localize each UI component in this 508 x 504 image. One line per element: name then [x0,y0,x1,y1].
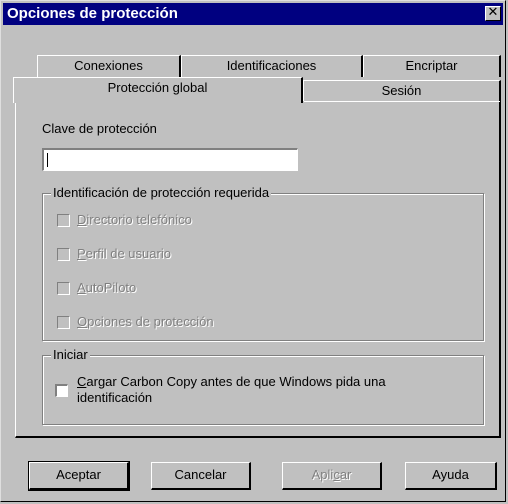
checkbox-cargar-carbon-copy[interactable]: Cargar Carbon Copy antes de que Windows … [55,374,475,410]
tab-conexiones[interactable]: Conexiones [37,55,181,77]
tab-label: Protección global [107,80,208,95]
accept-button[interactable]: Aceptar [28,461,130,491]
start-group: Iniciar Cargar Carbon Copy antes de que … [42,347,484,425]
checkbox-box[interactable] [57,214,70,227]
tab-proteccion-global[interactable]: Protección global [13,77,303,103]
tab-label: Identificaciones [226,58,317,73]
text-caret [47,153,48,167]
close-icon: ✕ [487,5,499,20]
apply-button[interactable]: Aplicar [282,462,382,490]
checkbox-box[interactable] [55,384,68,397]
tab-sesion[interactable]: Sesión [303,80,501,102]
cancel-button[interactable]: Cancelar [151,462,251,490]
checkbox-label: Directorio telefónico [77,212,192,227]
password-label: Clave de protección [42,121,157,136]
tab-panel-proteccion-global: Clave de protección Identificación de pr… [15,101,501,438]
checkbox-label: Perfil de usuario [77,246,171,261]
tab-identificaciones[interactable]: Identificaciones [181,55,363,77]
title-bar[interactable]: Opciones de protección ✕ [3,3,503,25]
checkbox-box[interactable] [57,282,70,295]
tab-label: Encriptar [405,58,458,73]
window-title: Opciones de protección [7,5,178,22]
checkbox-box[interactable] [57,316,70,329]
password-input[interactable] [44,150,297,170]
protection-options-dialog: Opciones de protección ✕ Conexiones Iden… [0,0,506,502]
close-button[interactable]: ✕ [485,6,501,21]
help-button[interactable]: Ayuda [405,462,497,490]
tab-label: Conexiones [74,58,143,73]
group-title: Identificación de protección requerida [51,185,272,200]
checkbox-label: Cargar Carbon Copy antes de que Windows … [77,374,386,405]
tab-encriptar[interactable]: Encriptar [363,55,501,77]
required-identification-group: Identificación de protección requerida D… [42,185,484,341]
checkbox-box[interactable] [57,248,70,261]
tab-label: Sesión [381,83,422,98]
password-field[interactable] [42,148,298,171]
checkbox-label: Opciones de protección [77,314,214,329]
group-title: Iniciar [51,347,90,362]
checkbox-label: AutoPiloto [77,280,137,295]
panel-top-edge [304,101,500,102]
